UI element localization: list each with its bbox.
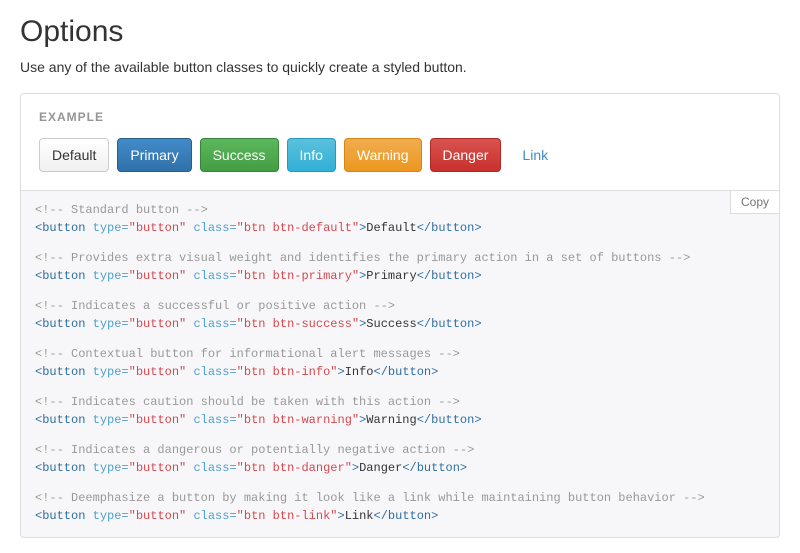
code-tag-open: <button <box>35 461 85 475</box>
code-attr-class: class= <box>193 269 236 283</box>
code-attr-class: class= <box>193 365 236 379</box>
code-block: <!-- Indicates a successful or positive … <box>35 297 765 333</box>
code-comment: <!-- Standard button --> <box>35 201 765 219</box>
code-val-type: "button" <box>129 317 187 331</box>
code-line: <button type="button" class="btn btn-suc… <box>35 315 765 333</box>
code-line: <button type="button" class="btn btn-lin… <box>35 507 765 525</box>
code-tag-close: </button> <box>374 365 439 379</box>
code-val-class: "btn btn-default" <box>237 221 359 235</box>
code-tag-close: </button> <box>417 317 482 331</box>
code-attr-type: type= <box>93 509 129 523</box>
code-tag-close: </button> <box>402 461 467 475</box>
info-button[interactable]: Info <box>287 138 336 172</box>
code-attr-class: class= <box>193 509 236 523</box>
code-tag-open: <button <box>35 317 85 331</box>
code-block: <!-- Standard button --><button type="bu… <box>35 201 765 237</box>
code-inner-text: Danger <box>359 461 402 475</box>
code-tag-close: </button> <box>417 269 482 283</box>
code-line: <button type="button" class="btn btn-war… <box>35 411 765 429</box>
copy-button[interactable]: Copy <box>730 191 779 214</box>
code-block: <!-- Indicates caution should be taken w… <box>35 393 765 429</box>
code-tag-close: </button> <box>417 413 482 427</box>
code-inner-text: Warning <box>366 413 416 427</box>
danger-button[interactable]: Danger <box>430 138 502 172</box>
code-tag-open: <button <box>35 509 85 523</box>
code-tag-open-end: > <box>338 365 345 379</box>
code-comment: <!-- Indicates caution should be taken w… <box>35 393 765 411</box>
code-inner-text: Primary <box>366 269 416 283</box>
code-tag-open-end: > <box>338 509 345 523</box>
code-val-class: "btn btn-link" <box>237 509 338 523</box>
code-attr-class: class= <box>193 413 236 427</box>
code-attr-class: class= <box>193 461 236 475</box>
code-attr-type: type= <box>93 269 129 283</box>
code-val-type: "button" <box>129 461 187 475</box>
code-attr-class: class= <box>193 221 236 235</box>
code-tag-open: <button <box>35 413 85 427</box>
code-block: <!-- Indicates a dangerous or potentiall… <box>35 441 765 477</box>
success-button[interactable]: Success <box>200 138 279 172</box>
code-tag-open: <button <box>35 365 85 379</box>
code-block: <!-- Deemphasize a button by making it l… <box>35 489 765 525</box>
code-inner-text: Default <box>366 221 416 235</box>
page-heading: Options <box>20 15 780 49</box>
example-panel: EXAMPLE Default Primary Success Info War… <box>20 93 780 191</box>
code-val-type: "button" <box>129 365 187 379</box>
code-inner-text: Success <box>366 317 416 331</box>
code-val-class: "btn btn-info" <box>237 365 338 379</box>
code-block: <!-- Provides extra visual weight and id… <box>35 249 765 285</box>
code-val-type: "button" <box>129 413 187 427</box>
code-attr-type: type= <box>93 365 129 379</box>
default-button[interactable]: Default <box>39 138 109 172</box>
code-block: <!-- Contextual button for informational… <box>35 345 765 381</box>
code-tag-close: </button> <box>374 509 439 523</box>
code-line: <button type="button" class="btn btn-pri… <box>35 267 765 285</box>
code-line: <button type="button" class="btn btn-def… <box>35 219 765 237</box>
link-button[interactable]: Link <box>509 138 561 172</box>
code-tag-open: <button <box>35 269 85 283</box>
code-comment: <!-- Deemphasize a button by making it l… <box>35 489 765 507</box>
code-comment: <!-- Contextual button for informational… <box>35 345 765 363</box>
code-attr-type: type= <box>93 221 129 235</box>
code-val-class: "btn btn-success" <box>237 317 359 331</box>
code-comment: <!-- Indicates a dangerous or potentiall… <box>35 441 765 459</box>
code-val-class: "btn btn-primary" <box>237 269 359 283</box>
page-description: Use any of the available button classes … <box>20 59 780 75</box>
code-panel: Copy <!-- Standard button --><button typ… <box>20 191 780 538</box>
code-attr-type: type= <box>93 317 129 331</box>
example-label: EXAMPLE <box>39 110 761 124</box>
primary-button[interactable]: Primary <box>117 138 191 172</box>
code-comment: <!-- Indicates a successful or positive … <box>35 297 765 315</box>
button-row: Default Primary Success Info Warning Dan… <box>39 138 761 172</box>
code-line: <button type="button" class="btn btn-inf… <box>35 363 765 381</box>
code-attr-class: class= <box>193 317 236 331</box>
code-listing: <!-- Standard button --><button type="bu… <box>35 201 765 525</box>
code-attr-type: type= <box>93 461 129 475</box>
code-comment: <!-- Provides extra visual weight and id… <box>35 249 765 267</box>
code-inner-text: Info <box>345 365 374 379</box>
code-val-class: "btn btn-danger" <box>237 461 352 475</box>
code-line: <button type="button" class="btn btn-dan… <box>35 459 765 477</box>
code-val-type: "button" <box>129 269 187 283</box>
warning-button[interactable]: Warning <box>344 138 422 172</box>
code-tag-close: </button> <box>417 221 482 235</box>
code-inner-text: Link <box>345 509 374 523</box>
code-val-type: "button" <box>129 509 187 523</box>
code-tag-open-end: > <box>352 461 359 475</box>
code-attr-type: type= <box>93 413 129 427</box>
code-val-class: "btn btn-warning" <box>237 413 359 427</box>
code-tag-open: <button <box>35 221 85 235</box>
code-val-type: "button" <box>129 221 187 235</box>
